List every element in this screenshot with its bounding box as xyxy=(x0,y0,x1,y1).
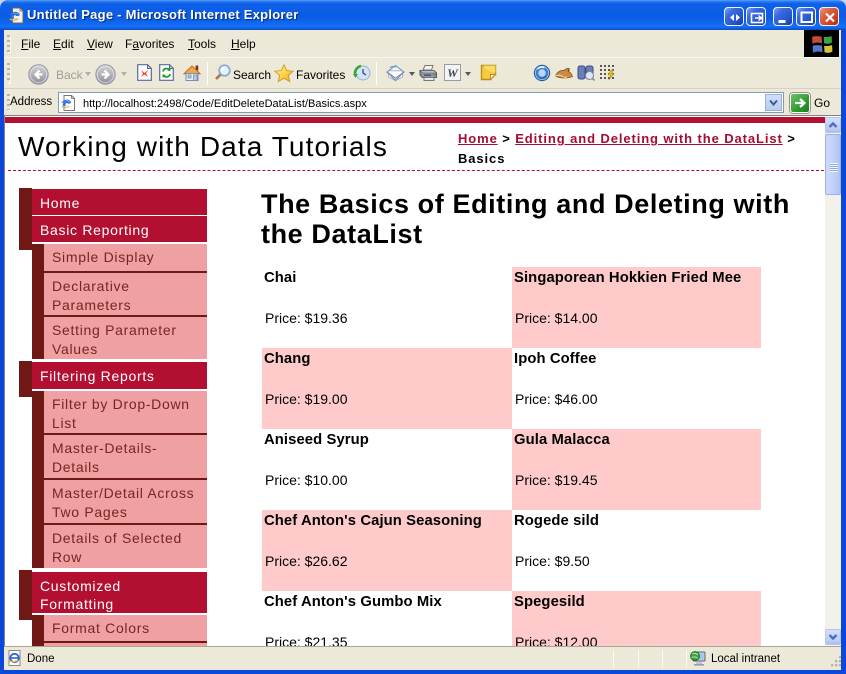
svg-text:W: W xyxy=(447,66,459,80)
